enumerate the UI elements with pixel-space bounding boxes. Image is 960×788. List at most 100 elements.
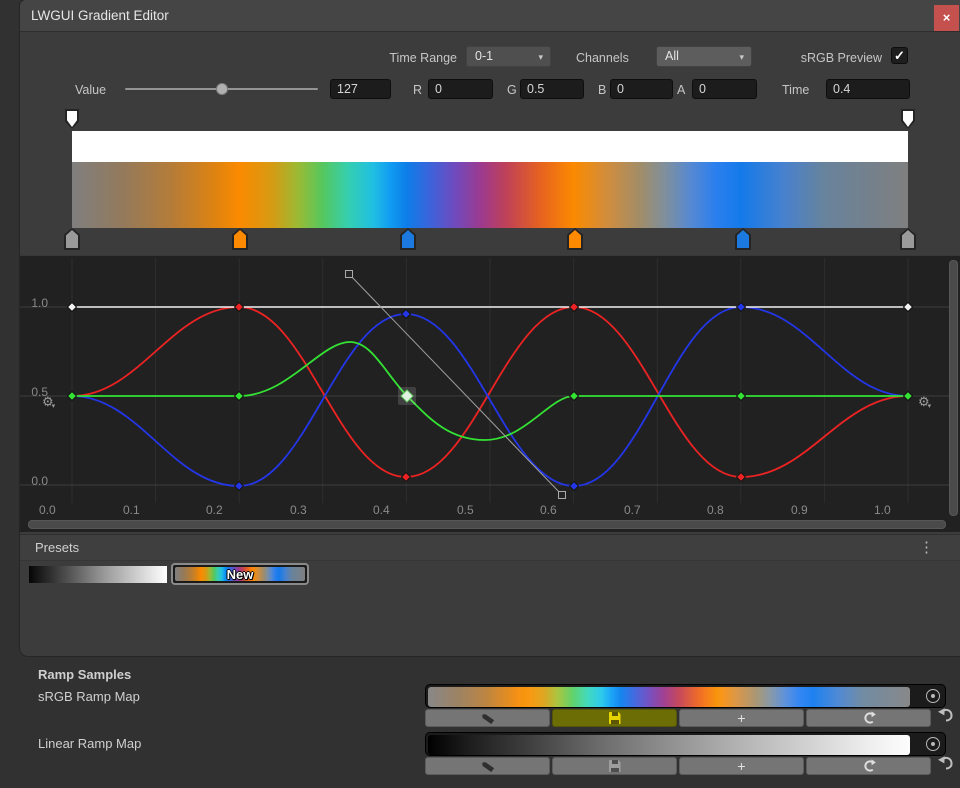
presets-title: Presets [35, 538, 79, 558]
channels-dropdown[interactable]: All ▾ [656, 46, 752, 67]
x-tick-0: 0.0 [39, 503, 63, 517]
y-tick-1.0: 1.0 [28, 296, 48, 310]
channels-value: All [665, 49, 679, 63]
chevron-down-icon: ▾ [739, 48, 744, 67]
refresh-icon [862, 759, 876, 773]
titlebar: LWGUI Gradient Editor × [20, 0, 960, 32]
time-range-dropdown[interactable]: 0-1 ▾ [466, 46, 551, 67]
color-stop-fill [66, 230, 78, 248]
horizontal-scrollbar[interactable] [28, 520, 946, 529]
time-field[interactable]: 0.4 [826, 79, 910, 99]
alpha-handle-fill [67, 111, 77, 127]
refresh-icon [862, 711, 876, 725]
srgb-ramp-gradient [428, 687, 910, 707]
color-stop-fill [234, 230, 246, 248]
srgb-preview-checkbox[interactable]: ✓ [891, 47, 908, 64]
x-tick-9: 0.9 [791, 503, 815, 517]
object-picker-icon[interactable] [926, 689, 940, 703]
value-field[interactable]: 127 [330, 79, 391, 99]
grid-lines [20, 258, 956, 503]
curve-settings-left-gear-icon[interactable]: ⚙▾ [42, 394, 57, 410]
value-slider-thumb[interactable] [216, 83, 228, 95]
srgb-ramp-label: sRGB Ramp Map [38, 689, 140, 704]
gradient-editor-window: LWGUI Gradient Editor × Time Range 0-1 ▾… [20, 0, 960, 656]
a-label: A [677, 80, 685, 100]
presets-menu-icon[interactable]: ⋮ [919, 538, 934, 556]
g-field[interactable]: 0.5 [520, 79, 584, 99]
x-tick-7: 0.7 [624, 503, 648, 517]
linear-undo-button[interactable] [938, 755, 958, 773]
b-field[interactable]: 0 [610, 79, 673, 99]
curve-settings-right-gear-icon[interactable]: ⚙▾ [918, 394, 933, 410]
r-label: R [413, 80, 422, 100]
chevron-down-icon: ▾ [538, 48, 543, 67]
close-button[interactable]: × [934, 5, 959, 31]
color-stop-1[interactable] [232, 228, 248, 250]
check-icon: ✓ [894, 48, 905, 63]
x-tick-10: 1.0 [874, 503, 898, 517]
preset-swatch-blackwhite[interactable] [29, 566, 167, 583]
linear-add-button[interactable]: + [679, 757, 804, 775]
undo-icon [938, 707, 955, 722]
save-icon [609, 760, 621, 772]
color-stop-fill [402, 230, 414, 248]
x-tick-6: 0.6 [540, 503, 564, 517]
srgb-edit-button[interactable] [425, 709, 550, 727]
x-tick-4: 0.4 [373, 503, 397, 517]
alpha-handle-end[interactable] [901, 109, 915, 129]
alpha-handle-start[interactable] [65, 109, 79, 129]
pencil-icon [481, 760, 495, 772]
pencil-icon [481, 712, 495, 724]
curve-editor[interactable]: 1.0 0.5 0.0 0.0 0.1 0.2 0.3 0.4 0.5 0.6 … [20, 255, 960, 532]
save-icon [609, 712, 621, 724]
time-range-label: Time Range [340, 48, 457, 68]
plus-icon: + [737, 711, 745, 725]
linear-refresh-button[interactable] [806, 757, 931, 775]
x-tick-1: 0.1 [123, 503, 147, 517]
linear-ramp-label: Linear Ramp Map [38, 736, 141, 751]
time-label: Time [782, 80, 809, 100]
color-stop-fill [737, 230, 749, 248]
srgb-add-button[interactable]: + [679, 709, 804, 727]
gradient-preview-bar[interactable] [72, 162, 908, 228]
vertical-scrollbar[interactable] [949, 260, 958, 516]
srgb-ramp-preview[interactable] [425, 684, 946, 708]
r-field[interactable]: 0 [428, 79, 493, 99]
channels-label: Channels [576, 48, 629, 68]
color-stop-0[interactable] [64, 228, 80, 250]
linear-ramp-gradient [428, 735, 910, 755]
x-tick-2: 0.2 [206, 503, 230, 517]
color-stop-5[interactable] [900, 228, 916, 250]
b-label: B [598, 80, 606, 100]
color-stop-3[interactable] [567, 228, 583, 250]
value-label: Value [75, 80, 106, 100]
color-stop-fill [569, 230, 581, 248]
presets-header: Presets ⋮ [20, 534, 960, 561]
srgb-refresh-button[interactable] [806, 709, 931, 727]
linear-save-button[interactable] [552, 757, 677, 775]
a-field[interactable]: 0 [692, 79, 757, 99]
x-tick-5: 0.5 [457, 503, 481, 517]
g-label: G [507, 80, 517, 100]
plus-icon: + [737, 759, 745, 773]
srgb-save-button[interactable] [552, 709, 677, 727]
object-picker-icon[interactable] [926, 737, 940, 751]
color-stop-2[interactable] [400, 228, 416, 250]
undo-icon [938, 755, 955, 770]
time-range-value: 0-1 [475, 49, 493, 63]
ramp-samples-title: Ramp Samples [38, 667, 131, 682]
srgb-undo-button[interactable] [938, 707, 958, 725]
x-tick-3: 0.3 [290, 503, 314, 517]
preset-swatch-new[interactable]: New [171, 563, 309, 585]
preset-name: New [173, 565, 307, 585]
color-stop-4[interactable] [735, 228, 751, 250]
x-tick-8: 0.8 [707, 503, 731, 517]
y-tick-0.0: 0.0 [28, 474, 48, 488]
window-title: LWGUI Gradient Editor [31, 8, 169, 23]
alpha-preview-bar[interactable] [72, 131, 908, 162]
linear-edit-button[interactable] [425, 757, 550, 775]
alpha-handle-fill [903, 111, 913, 127]
curve-plot[interactable] [20, 256, 960, 533]
linear-ramp-preview[interactable] [425, 732, 946, 756]
color-stop-fill [902, 230, 914, 248]
